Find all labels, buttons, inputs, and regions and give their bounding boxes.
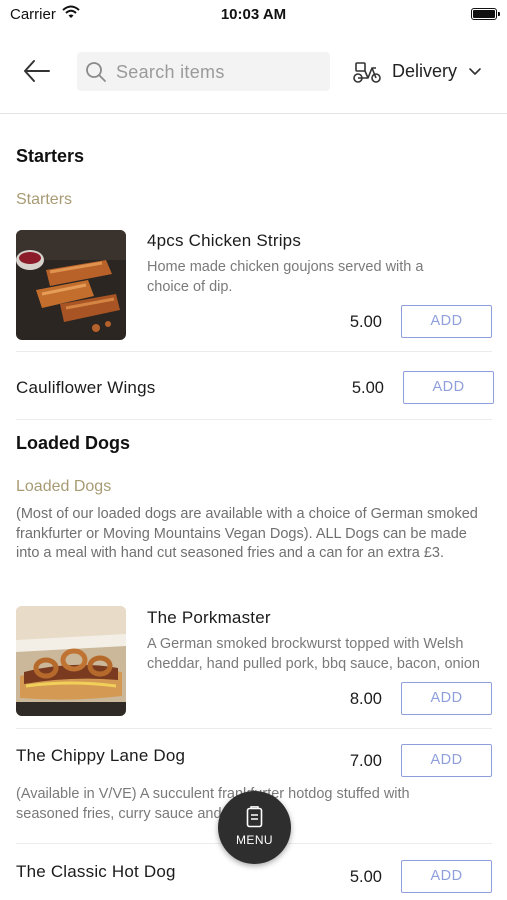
item-name[interactable]: The Porkmaster (147, 608, 271, 628)
divider (16, 728, 492, 729)
clock: 10:03 AM (220, 6, 287, 23)
top-bar: Search items Delivery (0, 30, 507, 114)
item-name[interactable]: The Chippy Lane Dog (16, 746, 185, 766)
divider (16, 419, 492, 420)
porkmaster-image[interactable] (16, 606, 126, 716)
add-button[interactable]: ADD (401, 305, 492, 338)
search-icon (85, 61, 107, 88)
chicken-strips-image[interactable] (16, 230, 126, 340)
section-title: Starters (16, 146, 85, 166)
item-name[interactable]: 4pcs Chicken Strips (147, 231, 301, 251)
item-name[interactable]: The Classic Hot Dog (16, 862, 176, 882)
delivery-mode-selector[interactable]: Delivery (352, 58, 492, 86)
item-price: 5.00 (351, 379, 384, 397)
menu-book-icon (246, 806, 263, 833)
item-price: 5.00 (349, 868, 382, 886)
item-price: 5.00 (349, 313, 382, 331)
chevron-down-icon (468, 64, 482, 83)
item-price: 7.00 (349, 752, 382, 770)
back-arrow-icon (24, 60, 50, 82)
search-placeholder: Search items (116, 62, 225, 82)
divider (16, 351, 492, 352)
add-button[interactable]: ADD (401, 744, 492, 777)
category-label: Loaded Dogs (16, 478, 112, 495)
scooter-icon (352, 60, 382, 89)
item-price: 8.00 (349, 690, 382, 708)
menu-button-label: MENU (236, 833, 273, 847)
category-label: Starters (16, 191, 73, 208)
add-button[interactable]: ADD (401, 682, 492, 715)
menu-button[interactable]: MENU (218, 791, 291, 864)
item-description: A German smoked brockwurst topped with W… (147, 636, 480, 672)
search-input[interactable]: Search items (77, 52, 330, 91)
item-name[interactable]: Cauliflower Wings (16, 378, 155, 398)
section-title: Loaded Dogs (16, 433, 131, 453)
item-description: Home made chicken goujons served with a … (147, 259, 424, 295)
category-description: (Most of our loaded dogs are available w… (16, 506, 478, 561)
delivery-label: Delivery (392, 61, 458, 81)
add-button[interactable]: ADD (401, 860, 492, 893)
add-button[interactable]: ADD (403, 371, 494, 404)
battery-icon (471, 8, 500, 20)
back-button[interactable] (20, 56, 54, 86)
status-bar: Carrier 10:03 AM (0, 0, 507, 30)
